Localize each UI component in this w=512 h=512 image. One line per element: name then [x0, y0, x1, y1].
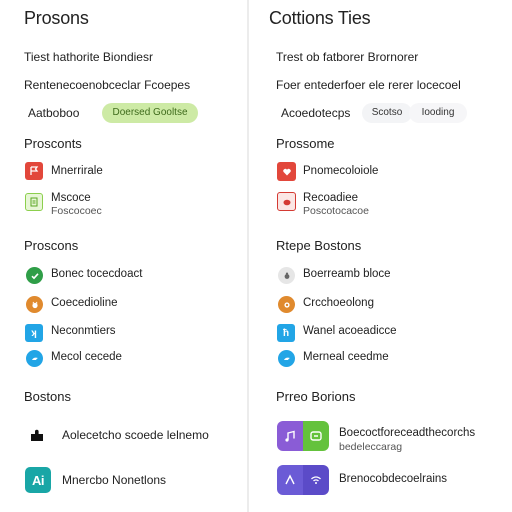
bird-icon: [278, 350, 295, 367]
right-item-label[interactable]: Boecoctforeceadthecorchs: [339, 427, 475, 439]
stamp-icon: [277, 192, 296, 211]
left-item-label[interactable]: Mnercbo Nonetlons: [62, 473, 166, 487]
right-item-label[interactable]: Brenocobdecoelrains: [339, 473, 447, 485]
left-item-label[interactable]: Mecol cecede: [51, 351, 122, 363]
right-item-sublabel: Poscotocacoe: [303, 205, 369, 217]
right-item-label[interactable]: Merneal ceedme: [303, 351, 389, 363]
left-item-label[interactable]: Mnerrirale: [51, 165, 103, 177]
right-item-sublabel: bedeleccarag: [339, 441, 403, 453]
right-line-3: Acoedotecps: [281, 106, 351, 120]
left-section-2-title: Proscons: [24, 238, 79, 253]
left-line-2: Rentenecoenobceclar Fcoepes: [24, 78, 191, 92]
left-item-sublabel: Foscocoec: [51, 205, 102, 217]
right-item-label[interactable]: Pnomecoloiole: [303, 165, 378, 177]
check-icon: [26, 267, 43, 284]
left-item-label[interactable]: Mscoce: [51, 192, 91, 204]
document-icon: [25, 193, 43, 211]
cat-icon: [26, 296, 43, 313]
left-line-3: Aatboboo: [28, 106, 80, 120]
right-line-2: Foer entederfoer ele rerer locecoel: [276, 78, 461, 92]
left-line-1: Tiest hathorite Biondiesr: [24, 50, 153, 64]
right-panel: Cottions Ties Trest ob fatborer Brornore…: [249, 0, 512, 512]
right-pill-2[interactable]: Iooding: [409, 103, 467, 123]
left-section-3-title: Bostons: [24, 389, 71, 404]
bird-icon: [26, 350, 43, 367]
left-section-1-title: Prosconts: [24, 136, 82, 151]
bug-icon: [278, 267, 295, 284]
left-status-pill[interactable]: Doersed Gooltse: [102, 103, 198, 123]
left-item-label[interactable]: Coecedioline: [51, 297, 118, 309]
right-pill-1[interactable]: Scotso: [362, 103, 412, 123]
left-panel: Prosons Tiest hathorite Biondiesr Renten…: [0, 0, 247, 512]
right-item-label[interactable]: Boerreamb bloce: [303, 268, 391, 280]
right-title: Cottions Ties: [269, 8, 371, 28]
right-item-label[interactable]: Recoadiee: [303, 192, 358, 204]
left-title: Prosons: [24, 8, 89, 28]
right-item-label[interactable]: Crcchoeolong: [303, 297, 374, 309]
right-section-3-title: Prreo Borions: [276, 389, 356, 404]
k-icon: ʞ: [25, 324, 43, 342]
heart-icon: [277, 162, 296, 181]
right-line-1: Trest ob fatborer Brornorer: [276, 50, 419, 64]
lion-icon: [278, 296, 295, 313]
right-section-1-title: Prossome: [276, 136, 335, 151]
book-icon: ħ: [277, 324, 295, 342]
flag-icon: [25, 162, 43, 180]
puzzle-icon: [28, 425, 48, 445]
left-item-label[interactable]: Aolecetcho scoede lelnemo: [62, 428, 209, 442]
ai-icon: Ai: [25, 467, 51, 493]
left-item-label[interactable]: Bonec tocecdoact: [51, 268, 142, 280]
left-item-label[interactable]: Neconmtiers: [51, 325, 116, 337]
music-icon: [277, 421, 329, 451]
right-item-label[interactable]: Wanel acoeadicce: [303, 325, 397, 337]
right-section-2-title: Rtepe Bostons: [276, 238, 362, 253]
wave-icon: [277, 465, 329, 495]
